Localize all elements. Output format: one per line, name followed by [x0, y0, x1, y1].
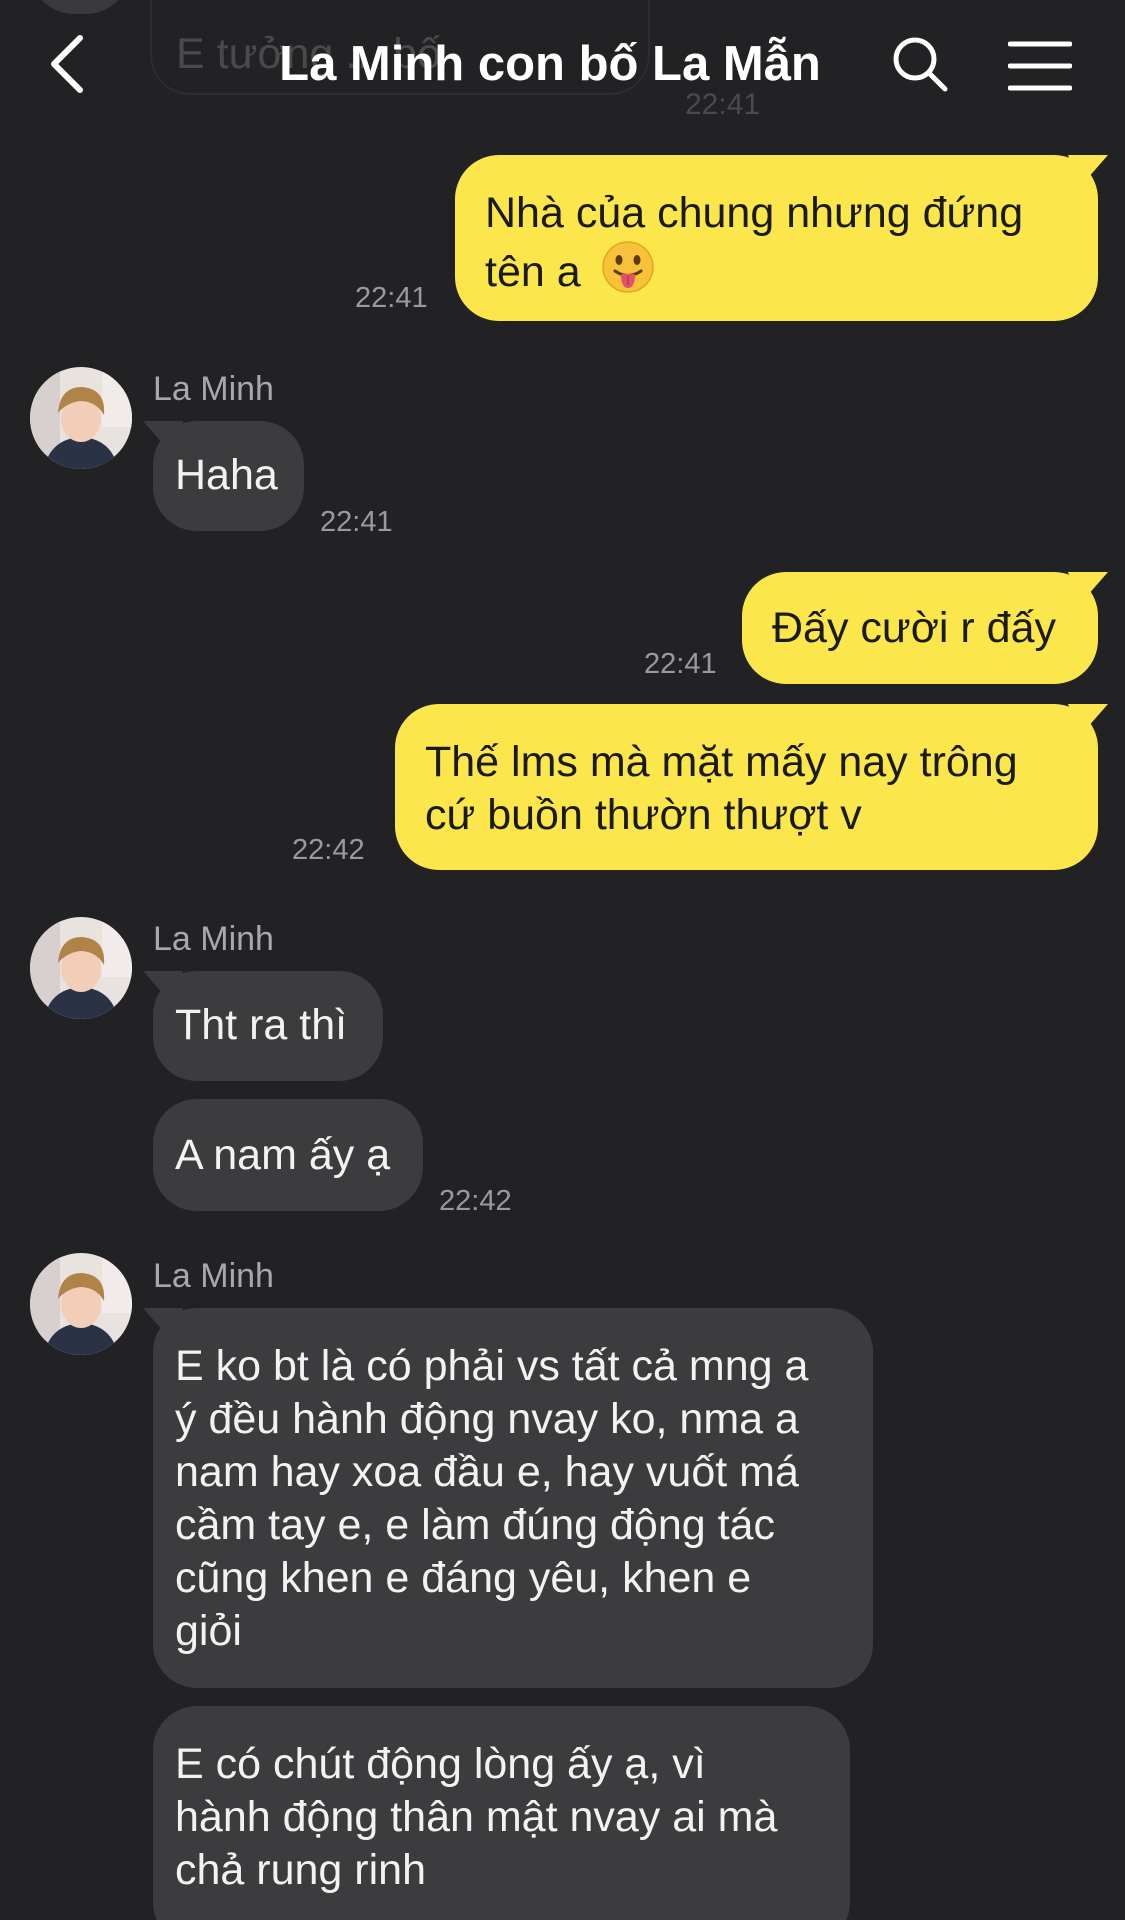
message-line: Nhà của chung nhưng đứng: [485, 189, 1024, 237]
message-line: cầm tay e, e làm đúng động tác: [175, 1501, 775, 1549]
message-time: 22:41: [320, 506, 393, 538]
message-time: 22:41: [355, 282, 428, 314]
profile-photo: [30, 917, 132, 1019]
hamburger-menu-icon: [1007, 41, 1073, 91]
message-bubble-incoming[interactable]: E ko bt là có phải vs tất cả mng a ý đều…: [153, 1308, 873, 1688]
menu-button[interactable]: [1007, 40, 1073, 92]
search-icon: [893, 37, 948, 92]
chat-header: La Minh con bố La Mẫn: [0, 0, 1125, 130]
message-line: Thế lms mà mặt mấy nay trông: [425, 738, 1018, 786]
chevron-left-icon: [51, 35, 83, 93]
message-line: A nam ấy ạ: [175, 1131, 391, 1179]
profile-photo: [30, 1253, 132, 1355]
chat-screen: E tưởng ... bố 22:41 La Minh con bố La M…: [0, 0, 1125, 1920]
sender-name: La Minh: [153, 920, 274, 958]
message-line: ý đều hành động nvay ko, nma a: [175, 1395, 799, 1443]
message-bubble-outgoing[interactable]: Đấy cười r đấy: [742, 572, 1098, 684]
message-bubble-outgoing[interactable]: Thế lms mà mặt mấy nay trông cứ buồn thư…: [395, 704, 1098, 870]
message-line: hành động thân mật nvay ai mà: [175, 1793, 778, 1841]
message-line: E có chút động lòng ấy ạ, vì: [175, 1740, 706, 1788]
sender-name: La Minh: [153, 370, 274, 408]
avatar[interactable]: [30, 917, 132, 1019]
avatar[interactable]: [30, 367, 132, 469]
message-line: tên a: [485, 248, 581, 296]
message-line-with-emoji: tên a: [485, 240, 1098, 307]
message-bubble-incoming[interactable]: A nam ấy ạ: [153, 1099, 423, 1211]
message-line: cũng khen e đáng yêu, khen e: [175, 1554, 752, 1602]
message-bubble-incoming[interactable]: E có chút động lòng ấy ạ, vì hành động t…: [153, 1706, 850, 1920]
message-line: cứ buồn thườn thượt v: [425, 791, 862, 839]
message-line: nam hay xoa đầu e, hay vuốt má: [175, 1448, 799, 1496]
chat-title: La Minh con bố La Mẫn: [279, 37, 821, 91]
message-line: Haha: [175, 451, 278, 499]
message-line: chả rung rinh: [175, 1846, 426, 1894]
search-button[interactable]: [890, 34, 950, 94]
message-line: giỏi: [175, 1607, 242, 1655]
message-bubble-incoming[interactable]: Tht ra thì: [153, 971, 383, 1081]
message-time: 22:42: [292, 834, 365, 866]
profile-photo: [30, 367, 132, 469]
message-time: 22:41: [644, 648, 717, 680]
avatar[interactable]: [30, 1253, 132, 1355]
message-bubble-outgoing[interactable]: Nhà của chung nhưng đứng tên a: [455, 155, 1098, 321]
message-line: E ko bt là có phải vs tất cả mng a: [175, 1342, 809, 1390]
sender-name: La Minh: [153, 1257, 274, 1295]
tongue-out-emoji-icon: [601, 240, 655, 307]
message-bubble-incoming[interactable]: Haha: [153, 421, 304, 531]
back-button[interactable]: [40, 32, 100, 97]
message-time: 22:42: [439, 1185, 512, 1217]
message-line: Tht ra thì: [175, 1001, 348, 1049]
message-line: Đấy cười r đấy: [772, 604, 1056, 652]
